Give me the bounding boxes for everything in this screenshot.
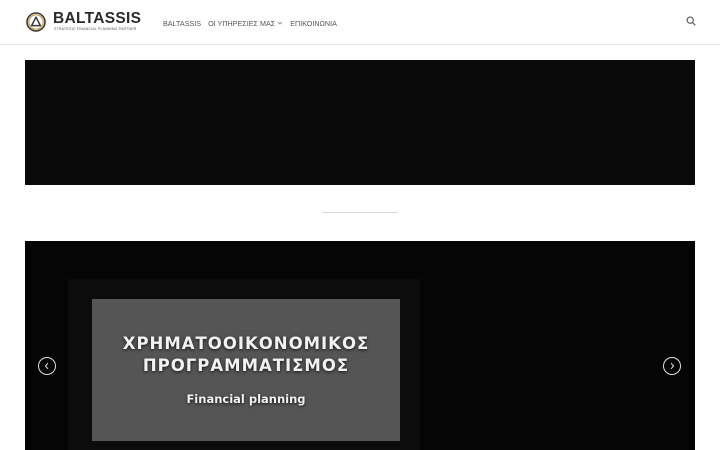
slide-title-line-2: ΠΡΟΓΡΑΜΜΑΤΙΣΜΟΣ: [142, 356, 350, 375]
nav-item-label: BALTASSIS: [163, 18, 202, 28]
nav-item-baltassis[interactable]: BALTASSIS: [163, 19, 201, 28]
chevron-right-icon: [670, 362, 675, 370]
nav-item-contact[interactable]: ΕΠΙΚΟΙΝΩΝΙΑ: [290, 19, 337, 28]
logo-name: BALTASSIS: [53, 10, 142, 27]
slide-title: ΧΡΗΜΑΤΟΟΙΚΟΝΟΜΙΚΟΣ ΠΡΟΓΡΑΜΜΑΤΙΣΜΟΣ: [92, 333, 400, 377]
nav-item-label: ΕΠΙΚΟΙΝΩΝΙΑ: [290, 18, 337, 28]
slide-caption: ΧΡΗΜΑΤΟΟΙΚΟΝΟΜΙΚΟΣ ΠΡΟΓΡΑΜΜΑΤΙΣΜΟΣ Finan…: [92, 299, 400, 441]
logo-delta-icon: [26, 12, 46, 32]
chevron-left-icon: [44, 362, 49, 370]
hero-slider[interactable]: ΧΡΗΜΑΤΟΟΙΚΟΝΟΜΙΚΟΣ ΠΡΟΓΡΑΜΜΑΤΙΣΜΟΣ Finan…: [25, 241, 695, 450]
slider-prev-button[interactable]: [38, 357, 56, 375]
site-header: BALTASSIS STRATEGIC FINANCIAL PLANNING P…: [0, 0, 720, 45]
main-nav: BALTASSIS ΟΙ ΥΠΗΡΕΣΙΕΣ ΜΑΣ ΕΠΙΚΟΙΝΩΝΙΑ: [163, 17, 337, 29]
slider-next-button[interactable]: [663, 357, 681, 375]
section-divider: [322, 212, 398, 213]
slide-subtitle: Financial planning: [186, 392, 306, 406]
slide-title-line-1: ΧΡΗΜΑΤΟΟΙΚΟΝΟΜΙΚΟΣ: [122, 334, 370, 353]
logo-tagline: STRATEGIC FINANCIAL PLANNING PARTNER: [54, 27, 137, 31]
site-logo[interactable]: BALTASSIS STRATEGIC FINANCIAL PLANNING P…: [26, 10, 148, 33]
hero-banner: [25, 60, 695, 185]
search-icon[interactable]: [686, 16, 696, 26]
nav-item-label: ΟΙ ΥΠΗΡΕΣΙΕΣ ΜΑΣ: [208, 18, 276, 28]
nav-item-services[interactable]: ΟΙ ΥΠΗΡΕΣΙΕΣ ΜΑΣ: [208, 19, 283, 28]
chevron-down-icon: [277, 21, 283, 25]
